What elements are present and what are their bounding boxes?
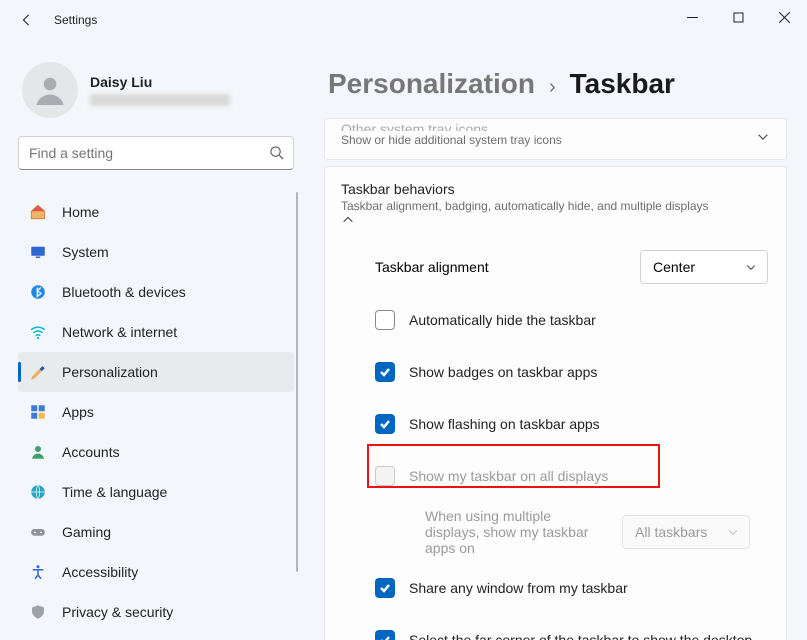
behaviors-subtitle: Taskbar alignment, badging, automaticall…	[341, 199, 770, 213]
checkbox[interactable]	[375, 630, 395, 640]
sidebar-item-label: Bluetooth & devices	[62, 284, 186, 300]
shield-icon	[28, 602, 48, 622]
sidebar-item-privacy-security[interactable]: Privacy & security	[18, 592, 294, 632]
option-label: Show flashing on taskbar apps	[409, 416, 600, 432]
search-input[interactable]	[18, 136, 294, 170]
option-label: Automatically hide the taskbar	[409, 312, 596, 328]
chevron-down-icon	[756, 130, 770, 149]
alignment-value: Center	[653, 259, 695, 275]
sidebar-item-apps[interactable]: Apps	[18, 392, 294, 432]
minimize-button[interactable]	[669, 0, 715, 34]
alignment-row: Taskbar alignment Center	[325, 244, 786, 290]
behavior-option-1[interactable]: Show badges on taskbar apps	[375, 346, 768, 398]
sidebar-nav: Home System Bluetooth & devices Network & i…	[18, 192, 294, 632]
behavior-option-4[interactable]: Share any window from my taskbar	[375, 562, 768, 614]
apps-icon	[28, 402, 48, 422]
sidebar-item-gaming[interactable]: Gaming	[18, 512, 294, 552]
multi-display-value: All taskbars	[635, 524, 707, 540]
sidebar: Daisy Liu Home System Bluetooth & devices N…	[0, 40, 310, 640]
sidebar-scrollbar[interactable]	[296, 192, 298, 572]
bluetooth-icon	[28, 282, 48, 302]
sidebar-item-label: System	[62, 244, 109, 260]
alignment-label: Taskbar alignment	[375, 259, 489, 275]
behavior-option-5[interactable]: Select the far corner of the taskbar to …	[375, 614, 768, 640]
multi-display-dropdown[interactable]: All taskbars	[622, 515, 750, 549]
chevron-right-icon: ›	[549, 76, 556, 99]
option-label: Show badges on taskbar apps	[409, 364, 597, 380]
option-label: Select the far corner of the taskbar to …	[409, 632, 752, 640]
avatar	[22, 62, 78, 118]
maximize-button[interactable]	[715, 0, 761, 34]
sidebar-item-home[interactable]: Home	[18, 192, 294, 232]
taskbar-behaviors-panel: Taskbar behaviors Taskbar alignment, bad…	[324, 166, 787, 640]
gamepad-icon	[28, 522, 48, 542]
window-controls	[669, 0, 807, 34]
sidebar-item-bluetooth-devices[interactable]: Bluetooth & devices	[18, 272, 294, 312]
tray-card-title: Other system tray icons	[341, 121, 770, 131]
sidebar-item-personalization[interactable]: Personalization	[18, 352, 294, 392]
globe-icon	[28, 482, 48, 502]
search-icon	[269, 145, 284, 165]
sidebar-item-label: Home	[62, 204, 99, 220]
sidebar-item-accounts[interactable]: Accounts	[18, 432, 294, 472]
multi-display-label: When using multiple displays, show my ta…	[425, 508, 602, 556]
behavior-option-2[interactable]: Show flashing on taskbar apps	[375, 398, 768, 450]
chevron-down-icon	[727, 526, 739, 538]
search-box[interactable]	[18, 136, 294, 170]
profile-email-redacted	[90, 94, 230, 106]
close-button[interactable]	[761, 0, 807, 34]
chevron-down-icon	[745, 261, 757, 273]
behavior-option-3: Show my taskbar on all displays	[375, 450, 768, 502]
checkbox[interactable]	[375, 362, 395, 382]
accessibility-icon	[28, 562, 48, 582]
sidebar-item-label: Privacy & security	[62, 604, 173, 620]
option-label: Show my taskbar on all displays	[409, 468, 608, 484]
checkbox[interactable]	[375, 578, 395, 598]
sidebar-item-label: Accounts	[62, 444, 120, 460]
back-button[interactable]	[18, 11, 36, 29]
system-icon	[28, 242, 48, 262]
behaviors-header[interactable]: Taskbar behaviors Taskbar alignment, bad…	[325, 167, 786, 244]
sidebar-item-label: Gaming	[62, 524, 111, 540]
checkbox[interactable]	[375, 414, 395, 434]
breadcrumb-parent[interactable]: Personalization	[328, 68, 535, 100]
alignment-dropdown[interactable]: Center	[640, 250, 768, 284]
behaviors-title: Taskbar behaviors	[341, 181, 770, 197]
profile-name: Daisy Liu	[90, 74, 230, 90]
sidebar-item-accessibility[interactable]: Accessibility	[18, 552, 294, 592]
tray-icons-card[interactable]: Other system tray icons Show or hide add…	[324, 118, 787, 160]
breadcrumb-current: Taskbar	[570, 68, 675, 100]
sidebar-item-time-language[interactable]: Time & language	[18, 472, 294, 512]
main-content: Personalization › Taskbar Other system t…	[310, 40, 807, 640]
checkbox	[375, 466, 395, 486]
sidebar-item-label: Network & internet	[62, 324, 177, 340]
user-icon	[28, 442, 48, 462]
sidebar-item-label: Accessibility	[62, 564, 138, 580]
sidebar-item-label: Personalization	[62, 364, 158, 380]
sidebar-item-label: Time & language	[62, 484, 167, 500]
wifi-icon	[28, 322, 48, 342]
behavior-option-0[interactable]: Automatically hide the taskbar	[375, 294, 768, 346]
chevron-up-icon	[341, 214, 355, 231]
sidebar-item-system[interactable]: System	[18, 232, 294, 272]
multi-display-row: When using multiple displays, show my ta…	[375, 502, 768, 562]
checkbox[interactable]	[375, 310, 395, 330]
sidebar-item-label: Apps	[62, 404, 94, 420]
profile[interactable]: Daisy Liu	[22, 62, 294, 118]
option-label: Share any window from my taskbar	[409, 580, 628, 596]
window-title: Settings	[54, 13, 97, 27]
brush-icon	[28, 362, 48, 382]
breadcrumb: Personalization › Taskbar	[328, 68, 787, 100]
sidebar-item-network-internet[interactable]: Network & internet	[18, 312, 294, 352]
home-icon	[28, 202, 48, 222]
tray-card-subtitle: Show or hide additional system tray icon…	[341, 133, 770, 147]
